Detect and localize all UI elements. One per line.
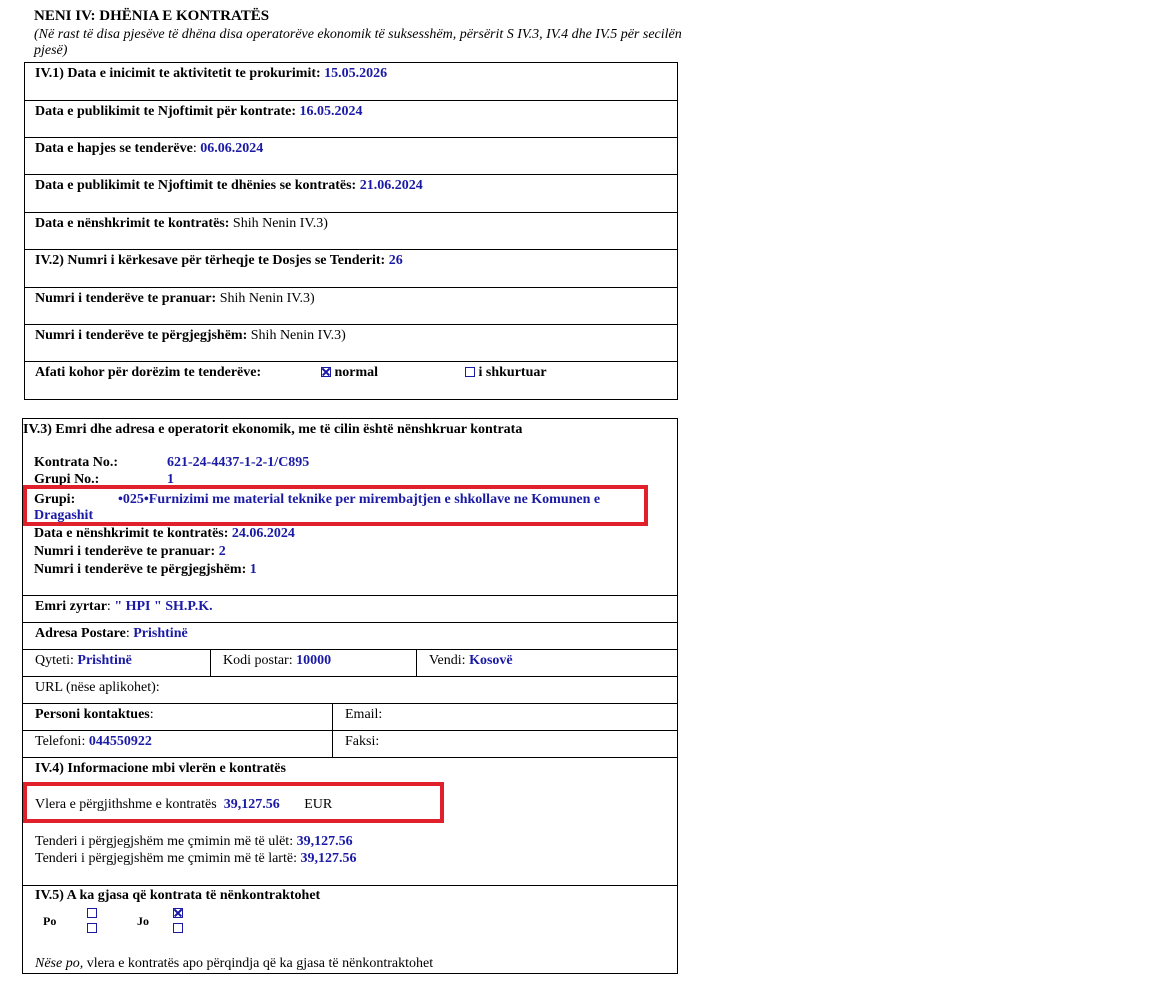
sign-date-label: Data e nënshkrimit te kontratës: <box>34 526 229 541</box>
country-value: Kosovë <box>469 653 513 668</box>
publication-date-value: 16.05.2024 <box>299 104 363 119</box>
opening-date-colon: : <box>192 141 197 156</box>
contract-value-heading: IV.4) Informacione mbi vlerën e kontratë… <box>35 761 286 776</box>
contact-person-label: Personi kontaktues <box>35 707 150 722</box>
country-cell: Vendi: Kosovë <box>416 650 677 676</box>
sign-date-value: 24.06.2024 <box>231 526 295 541</box>
fax-label: Faksi: <box>345 734 380 749</box>
subcontract-heading: IV.5) A ka gjasa që kontrata të nënkontr… <box>35 888 321 903</box>
row-signing-date: Data e nënshkrimit te kontratës: Shih Ne… <box>25 213 677 250</box>
row-accepted-tenders: Numri i tenderëve te pranuar: Shih Nenin… <box>25 288 677 325</box>
postal-address-colon: : <box>125 626 130 641</box>
row-deadline-type: Afati kohor për dorëzim te tenderëve: no… <box>25 362 677 399</box>
opening-date-label: Data e hapjes se tenderëve <box>35 141 193 156</box>
deadline-normal-label: normal <box>334 365 379 380</box>
deadline-type-label: Afati kohor për dorëzim te tenderëve: <box>35 365 262 380</box>
accepted-count-value: 2 <box>218 544 226 559</box>
phone-value: 044550922 <box>88 734 152 749</box>
row-award-notice-date: Data e publikimit te Njoftimit te dhënie… <box>25 175 677 213</box>
row-dossier-requests: IV.2) Numri i kërkesave për tërheqje te … <box>25 250 677 288</box>
unchecked-box-icon[interactable] <box>465 367 475 377</box>
initiation-date-value: 15.05.2026 <box>324 66 388 81</box>
publication-date-label: Data e publikimit te Njoftimit për kontr… <box>35 104 297 119</box>
unchecked-box-icon[interactable] <box>173 923 183 933</box>
subcontract-block: IV.5) A ka gjasa që kontrata të nënkontr… <box>23 886 677 973</box>
phone-label: Telefoni: <box>35 734 86 749</box>
operator-heading: IV.3) Emri dhe adresa e operatorit ekono… <box>23 422 523 437</box>
postal-code-value: 10000 <box>296 653 332 668</box>
email-cell: Email: <box>332 704 677 730</box>
official-name-label: Emri zyrtar <box>35 599 107 614</box>
responsive-count-value: 1 <box>249 562 257 577</box>
row-opening-date: Data e hapjes se tenderëve: 06.06.2024 <box>25 138 677 175</box>
email-label: Email: <box>345 707 383 722</box>
row-responsive-tenders: Numri i tenderëve te përgjegjshëm: Shih … <box>25 325 677 362</box>
initiation-date-label: IV.1) Data e inicimit te aktivitetit te … <box>35 66 321 81</box>
checked-box-icon[interactable] <box>321 367 331 377</box>
city-value: Prishtinë <box>77 653 132 668</box>
checked-box-icon[interactable] <box>173 908 183 918</box>
opening-date-value: 06.06.2024 <box>200 141 264 156</box>
contract-no-value: 621-24-4437-1-2-1/C895 <box>167 455 310 470</box>
contract-no-label: Kontrata No.: <box>34 455 118 470</box>
contact-person-colon: : <box>149 707 154 722</box>
highest-price-label: Tenderi i përgjegjshëm me çmimin më të l… <box>35 851 297 866</box>
row-phone: Telefoni: 044550922 Faksi: <box>23 731 677 758</box>
postal-address-label: Adresa Postare <box>35 626 126 641</box>
subcontract-yes-label: Po <box>43 914 57 928</box>
subcontract-note-text: vlera e kontratës apo përqindja që ka gj… <box>83 956 434 971</box>
postal-code-label: Kodi postar: <box>223 653 293 668</box>
fax-cell: Faksi: <box>332 731 677 757</box>
responsive-tenders-value: Shih Nenin IV.3) <box>250 328 346 343</box>
dates-table: IV.1) Data e inicimit te aktivitetit te … <box>24 62 678 400</box>
dossier-requests-label: IV.2) Numri i kërkesave për tërheqje te … <box>35 253 386 268</box>
responsive-tenders-label: Numri i tenderëve te përgjegjshëm: <box>35 328 248 343</box>
row-initiation-date: IV.1) Data e inicimit te aktivitetit te … <box>25 63 677 101</box>
accepted-tenders-value: Shih Nenin IV.3) <box>219 291 315 306</box>
row-publication-date: Data e publikimit te Njoftimit për kontr… <box>25 101 677 138</box>
row-city-postal-country: Qyteti: Prishtinë Kodi postar: 10000 Ven… <box>23 650 677 677</box>
responsive-count-label: Numri i tenderëve te përgjegjshëm: <box>34 562 247 577</box>
official-name-colon: : <box>106 599 111 614</box>
subcontract-note-italic: Nëse po, <box>35 956 84 971</box>
unchecked-box-icon[interactable] <box>87 923 97 933</box>
row-official-name: Emri zyrtar: " HPI " SH.P.K. <box>23 596 677 623</box>
total-value-highlight-box <box>23 782 444 823</box>
subcontract-no-label: Jo <box>137 914 149 928</box>
row-contact-person: Personi kontaktues: Email: <box>23 704 677 731</box>
postal-address-value: Prishtinë <box>133 626 188 641</box>
row-postal-address: Adresa Postare: Prishtinë <box>23 623 677 650</box>
section-title: NENI IV: DHËNIA E KONTRATËS <box>34 8 270 24</box>
country-label: Vendi: <box>429 653 466 668</box>
row-url: URL (nëse aplikohet): <box>23 677 677 704</box>
section-note: (Në rast të disa pjesëve të dhëna disa o… <box>34 27 682 58</box>
accepted-count-label: Numri i tenderëve te pranuar: <box>34 544 216 559</box>
official-name-value: " HPI " SH.P.K. <box>114 599 213 614</box>
award-notice-date-label: Data e publikimit te Njoftimit te dhënie… <box>35 178 357 193</box>
signing-date-label: Data e nënshkrimit te kontratës: <box>35 216 230 231</box>
signing-date-value: Shih Nenin IV.3) <box>232 216 328 231</box>
deadline-short-label: i shkurtuar <box>478 365 547 380</box>
lowest-price-label: Tenderi i përgjegjshëm me çmimin më të u… <box>35 834 294 849</box>
url-label: URL (nëse aplikohet): <box>35 680 160 695</box>
group-highlight-box <box>23 485 648 526</box>
unchecked-box-icon[interactable] <box>87 908 97 918</box>
lowest-price-value: 39,127.56 <box>296 834 353 849</box>
dossier-requests-value: 26 <box>388 253 403 268</box>
award-notice-date-value: 21.06.2024 <box>359 178 423 193</box>
city-label: Qyteti: <box>35 653 74 668</box>
accepted-tenders-label: Numri i tenderëve te pranuar: <box>35 291 217 306</box>
highest-price-value: 39,127.56 <box>300 851 357 866</box>
